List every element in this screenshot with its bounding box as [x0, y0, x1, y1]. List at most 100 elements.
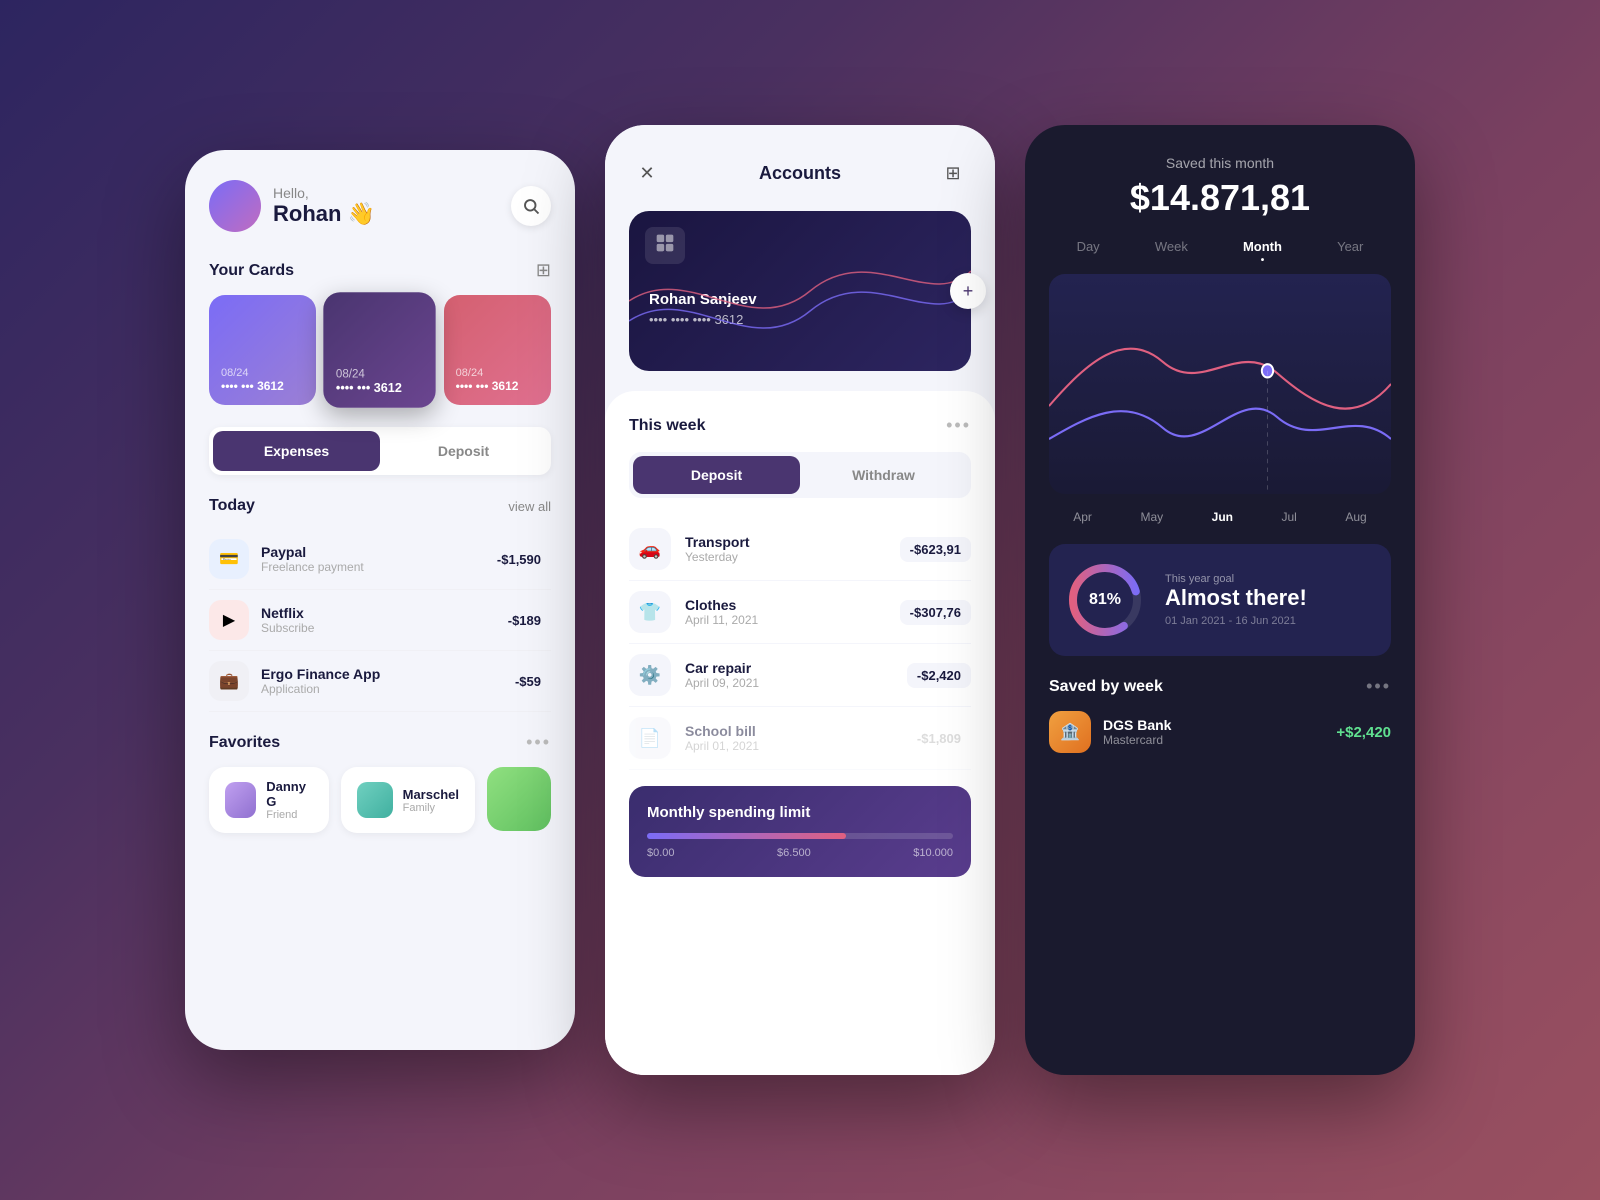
chart-area: [1049, 274, 1391, 494]
transport-date: Yesterday: [685, 550, 750, 564]
withdraw-tab2[interactable]: Withdraw: [800, 456, 967, 494]
phone-screen-3: Saved this month $14.871,81 Day Week Mon…: [1025, 125, 1415, 1075]
netflix-icon: ▶: [209, 600, 249, 640]
avatar: [209, 180, 261, 232]
fav-add-icon[interactable]: [487, 767, 551, 831]
close-button[interactable]: ✕: [629, 155, 665, 191]
today-title: Today: [209, 497, 255, 515]
transport-icon: 🚗: [629, 528, 671, 570]
marschel-rel: Family: [403, 802, 459, 814]
paypal-name: Paypal: [261, 544, 364, 560]
week-menu-icon[interactable]: •••: [946, 415, 971, 436]
time-tab-year[interactable]: Year: [1337, 239, 1363, 258]
card1-num: •••• ••• 3612: [221, 379, 304, 393]
saved-label: Saved this month: [1049, 155, 1391, 171]
paypal-icon: 💳: [209, 539, 249, 579]
week-header: This week •••: [629, 415, 971, 436]
month-may: May: [1140, 510, 1163, 524]
favorite-marschel[interactable]: Marschel Family: [341, 767, 475, 833]
greeting-name: Rohan 👋: [273, 201, 511, 227]
card-3[interactable]: 08/24 •••• ••• 3612: [444, 295, 551, 405]
time-tab-week[interactable]: Week: [1155, 239, 1188, 258]
car-repair-name: Car repair: [685, 660, 759, 676]
tx-clothes[interactable]: 👕 Clothes April 11, 2021 -$307,76: [629, 581, 971, 644]
expenses-tab[interactable]: Expenses: [213, 431, 380, 471]
label-mid: $6.500: [777, 847, 811, 859]
cards-title: Your Cards: [209, 262, 294, 280]
saved-week-menu-icon[interactable]: •••: [1366, 676, 1391, 697]
search-button[interactable]: [511, 186, 551, 226]
big-card-container: Rohan Sanjeev •••• •••• •••• 3612 +: [629, 211, 971, 371]
this-week-title: This week: [629, 417, 705, 435]
tx-car-repair[interactable]: ⚙️ Car repair April 09, 2021 -$2,420: [629, 644, 971, 707]
car-repair-amount: -$2,420: [907, 663, 971, 688]
transaction-paypal[interactable]: 💳 Paypal Freelance payment -$1,590: [209, 529, 551, 590]
ergo-sub: Application: [261, 682, 380, 696]
cards-section-header: Your Cards ⊞: [209, 260, 551, 281]
bank-sub: Mastercard: [1103, 733, 1171, 747]
big-card-wrap: Rohan Sanjeev •••• •••• •••• 3612 +: [605, 211, 995, 391]
school-bill-icon: 📄: [629, 717, 671, 759]
time-tab-day[interactable]: Day: [1077, 239, 1100, 258]
card-1[interactable]: 08/24 •••• ••• 3612: [209, 295, 316, 405]
clothes-icon: 👕: [629, 591, 671, 633]
view-all-link[interactable]: view all: [508, 499, 551, 514]
time-tabs: Day Week Month Year: [1049, 239, 1391, 258]
grid-button[interactable]: ⊞: [935, 155, 971, 191]
transport-amount: -$623,91: [900, 537, 971, 562]
ergo-icon: 💼: [209, 661, 249, 701]
transaction-netflix[interactable]: ▶ Netflix Subscribe -$189: [209, 590, 551, 651]
ergo-amount: -$59: [505, 669, 551, 694]
favorites-header: Favorites •••: [209, 732, 551, 753]
bank-item[interactable]: 🏦 DGS Bank Mastercard +$2,420: [1049, 711, 1391, 753]
big-card[interactable]: Rohan Sanjeev •••• •••• •••• 3612: [629, 211, 971, 371]
goal-label: This year goal: [1165, 573, 1307, 585]
saved-week-header: Saved by week •••: [1049, 676, 1391, 697]
tx-transport[interactable]: 🚗 Transport Yesterday -$623,91: [629, 518, 971, 581]
time-tab-month[interactable]: Month: [1243, 239, 1282, 258]
marschel-avatar: [357, 782, 393, 818]
label-min: $0.00: [647, 847, 675, 859]
favorites-menu-icon[interactable]: •••: [526, 732, 551, 753]
marschel-name: Marschel: [403, 787, 459, 802]
transaction-ergo[interactable]: 💼 Ergo Finance App Application -$59: [209, 651, 551, 712]
chart-months: Apr May Jun Jul Aug: [1049, 510, 1391, 524]
card-2[interactable]: 08/24 •••• ••• 3612: [324, 292, 437, 408]
label-max: $10.000: [913, 847, 953, 859]
expense-deposit-tabs: Expenses Deposit: [209, 427, 551, 475]
month-aug: Aug: [1345, 510, 1366, 524]
tx-school-bill[interactable]: 📄 School bill April 01, 2021 -$1,809: [629, 707, 971, 770]
month-jul: Jul: [1282, 510, 1297, 524]
clothes-date: April 11, 2021: [685, 613, 758, 627]
paypal-sub: Freelance payment: [261, 560, 364, 574]
bank-amount: +$2,420: [1336, 724, 1391, 741]
month-apr: Apr: [1073, 510, 1092, 524]
cards-row: 08/24 •••• ••• 3612 08/24 •••• ••• 3612 …: [209, 295, 551, 405]
saved-week-title: Saved by week: [1049, 678, 1163, 696]
phone-screen-2: ✕ Accounts ⊞ Rohan Sanjeev •••• •••• •••…: [605, 125, 995, 1075]
phone2-body: This week ••• Deposit Withdraw 🚗 Transpo…: [605, 391, 995, 1075]
add-card-button[interactable]: +: [950, 273, 986, 309]
spending-bar-bg: [647, 833, 953, 839]
school-bill-name: School bill: [685, 723, 759, 739]
car-repair-icon: ⚙️: [629, 654, 671, 696]
netflix-name: Netflix: [261, 605, 314, 621]
school-bill-date: April 01, 2021: [685, 739, 759, 753]
card-lines-decoration: [629, 211, 971, 371]
phone2-header: ✕ Accounts ⊞: [605, 125, 995, 211]
clothes-name: Clothes: [685, 597, 758, 613]
card2-num: •••• ••• 3612: [336, 380, 423, 395]
school-bill-amount: -$1,809: [907, 726, 971, 751]
saved-amount: $14.871,81: [1049, 177, 1391, 219]
bank-icon: 🏦: [1049, 711, 1091, 753]
deposit-tab[interactable]: Deposit: [380, 431, 547, 471]
cards-grid-icon[interactable]: ⊞: [536, 260, 551, 281]
car-repair-date: April 09, 2021: [685, 676, 759, 690]
danny-avatar: [225, 782, 256, 818]
spending-limit-section: Monthly spending limit $0.00 $6.500 $10.…: [629, 786, 971, 877]
ergo-name: Ergo Finance App: [261, 666, 380, 682]
deposit-tab2[interactable]: Deposit: [633, 456, 800, 494]
goal-text: This year goal Almost there! 01 Jan 2021…: [1165, 573, 1307, 627]
favorite-danny[interactable]: Danny G Friend: [209, 767, 329, 833]
bank-name: DGS Bank: [1103, 717, 1171, 733]
